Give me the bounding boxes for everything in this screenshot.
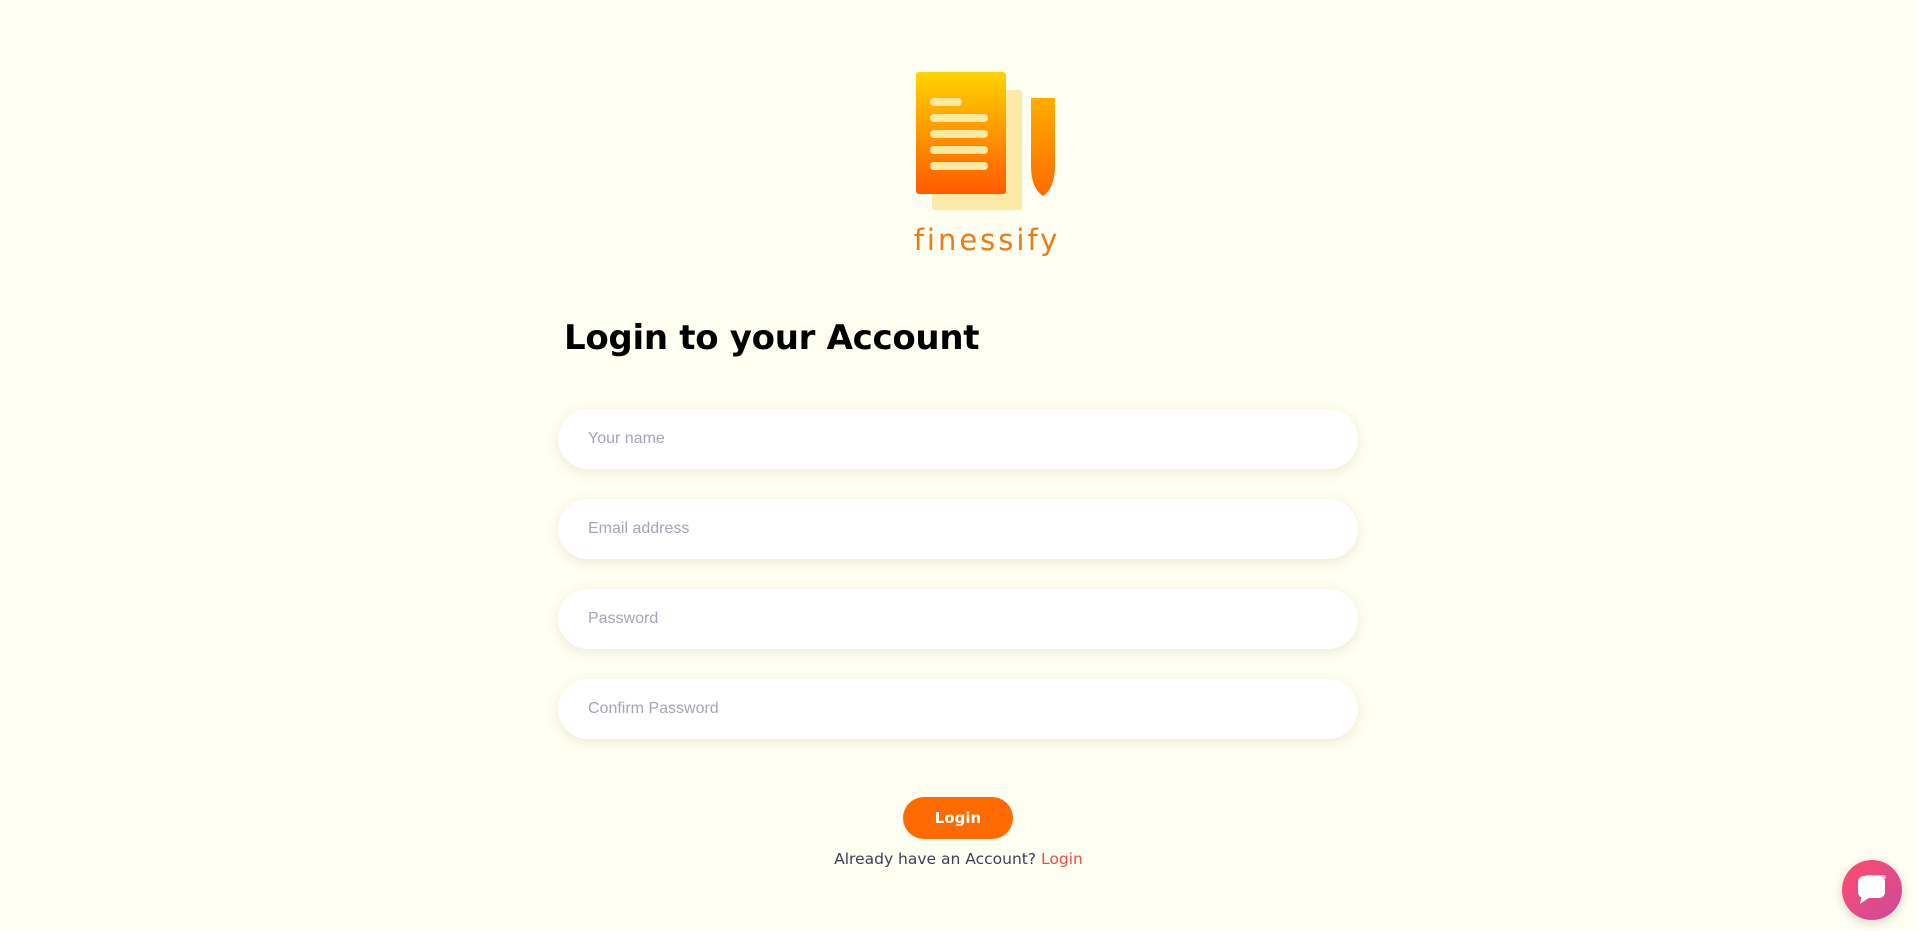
login-link[interactable]: Login (1041, 850, 1083, 868)
chat-bubble-icon (1858, 875, 1886, 904)
email-input[interactable] (558, 499, 1358, 559)
already-have-account-text: Already have an Account? (834, 850, 1037, 868)
password-input[interactable] (558, 589, 1358, 649)
confirm-password-input[interactable] (558, 679, 1358, 739)
name-input[interactable] (558, 409, 1358, 469)
already-have-account: Already have an Account? Login (0, 850, 1917, 868)
page-title: Login to your Account (564, 318, 980, 358)
brand-name: finessify (913, 223, 1061, 257)
chat-widget-button[interactable] (1842, 860, 1902, 920)
login-button[interactable]: Login (903, 797, 1013, 839)
signup-page: finessify Login to your Account Login Al… (0, 0, 1917, 931)
logo-icon (916, 72, 1055, 210)
finessify-logo: finessify (912, 70, 1062, 265)
